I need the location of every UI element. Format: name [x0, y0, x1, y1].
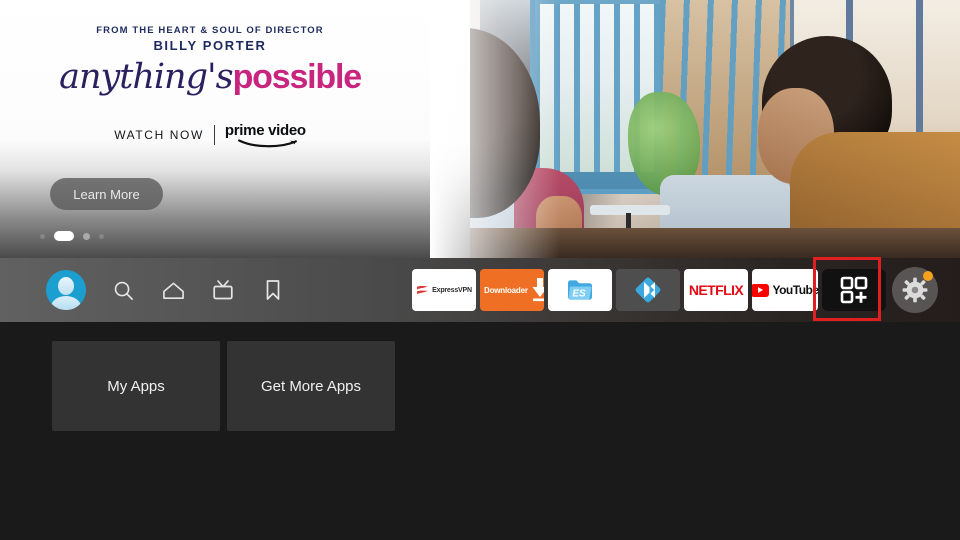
es-file-explorer-icon: ES	[568, 280, 592, 300]
gear-icon	[902, 277, 928, 303]
hero-title-bold: possible	[232, 58, 363, 96]
kodi-icon	[635, 277, 661, 303]
content-area: My Apps Get More Apps	[0, 322, 960, 540]
bookmark-icon[interactable]	[260, 277, 286, 303]
home-icon[interactable]	[160, 277, 186, 303]
app-label-youtube: YouTube	[772, 283, 818, 297]
hero-title-script: anything's	[59, 57, 234, 97]
app-tile-app-grid[interactable]	[822, 269, 886, 311]
pagination-dot[interactable]	[83, 232, 90, 240]
app-grid-icon	[840, 276, 868, 304]
notification-badge	[923, 271, 933, 281]
app-shortcut-row: ExpressVPN Downloader ES NETFLIX YouTube	[412, 258, 938, 322]
app-tile-kodi[interactable]	[616, 269, 680, 311]
youtube-play-icon	[752, 283, 770, 297]
app-tile-expressvpn[interactable]: ExpressVPN	[412, 269, 476, 311]
settings-button[interactable]	[892, 267, 938, 313]
app-tile-downloader[interactable]: Downloader	[480, 269, 544, 311]
svg-text:ES: ES	[572, 289, 586, 300]
top-nav-bar: ExpressVPN Downloader ES NETFLIX YouTube	[0, 258, 960, 322]
hero-watch-row: WATCH NOW prime video	[0, 122, 420, 148]
get-more-apps-tile[interactable]: Get More Apps	[227, 341, 395, 431]
pagination-dot-active[interactable]	[54, 231, 74, 241]
search-icon[interactable]	[110, 277, 136, 303]
hero-title: anything'spossible	[0, 57, 420, 97]
hero-kicker: FROM THE HEART & SOUL OF DIRECTOR	[96, 25, 324, 36]
watch-now-label: WATCH NOW	[114, 127, 204, 142]
hero-director: BILLY PORTER	[153, 38, 267, 53]
fire-tv-home-screen: FROM THE HEART & SOUL OF DIRECTOR BILLY …	[0, 0, 960, 540]
hero-art-panel: FROM THE HEART & SOUL OF DIRECTOR BILLY …	[0, 0, 560, 258]
amazon-smile-icon	[237, 139, 297, 148]
divider	[213, 124, 215, 145]
nav-icon-group	[46, 258, 286, 322]
app-label-downloader: Downloader	[484, 285, 528, 295]
tv-icon[interactable]	[210, 277, 236, 303]
my-apps-tile[interactable]: My Apps	[52, 341, 220, 431]
prime-video-logo: prime video	[225, 122, 306, 148]
app-label-netflix: NETFLIX	[688, 282, 744, 298]
expressvpn-logo-icon	[417, 285, 429, 294]
download-arrow-icon	[532, 278, 544, 302]
avatar[interactable]	[46, 270, 86, 310]
app-tile-es-file-explorer[interactable]: ES	[548, 269, 612, 311]
app-category-tiles: My Apps Get More Apps	[52, 341, 395, 431]
pagination-dot[interactable]	[40, 233, 45, 239]
learn-more-button[interactable]: Learn More	[50, 178, 163, 210]
app-tile-youtube[interactable]: YouTube	[752, 269, 818, 311]
carousel-pagination[interactable]	[40, 231, 104, 241]
app-label-expressvpn: ExpressVPN	[432, 286, 472, 294]
pagination-dot[interactable]	[99, 233, 104, 239]
app-tile-netflix[interactable]: NETFLIX	[684, 269, 748, 311]
hero-banner[interactable]: FROM THE HEART & SOUL OF DIRECTOR BILLY …	[0, 0, 960, 258]
